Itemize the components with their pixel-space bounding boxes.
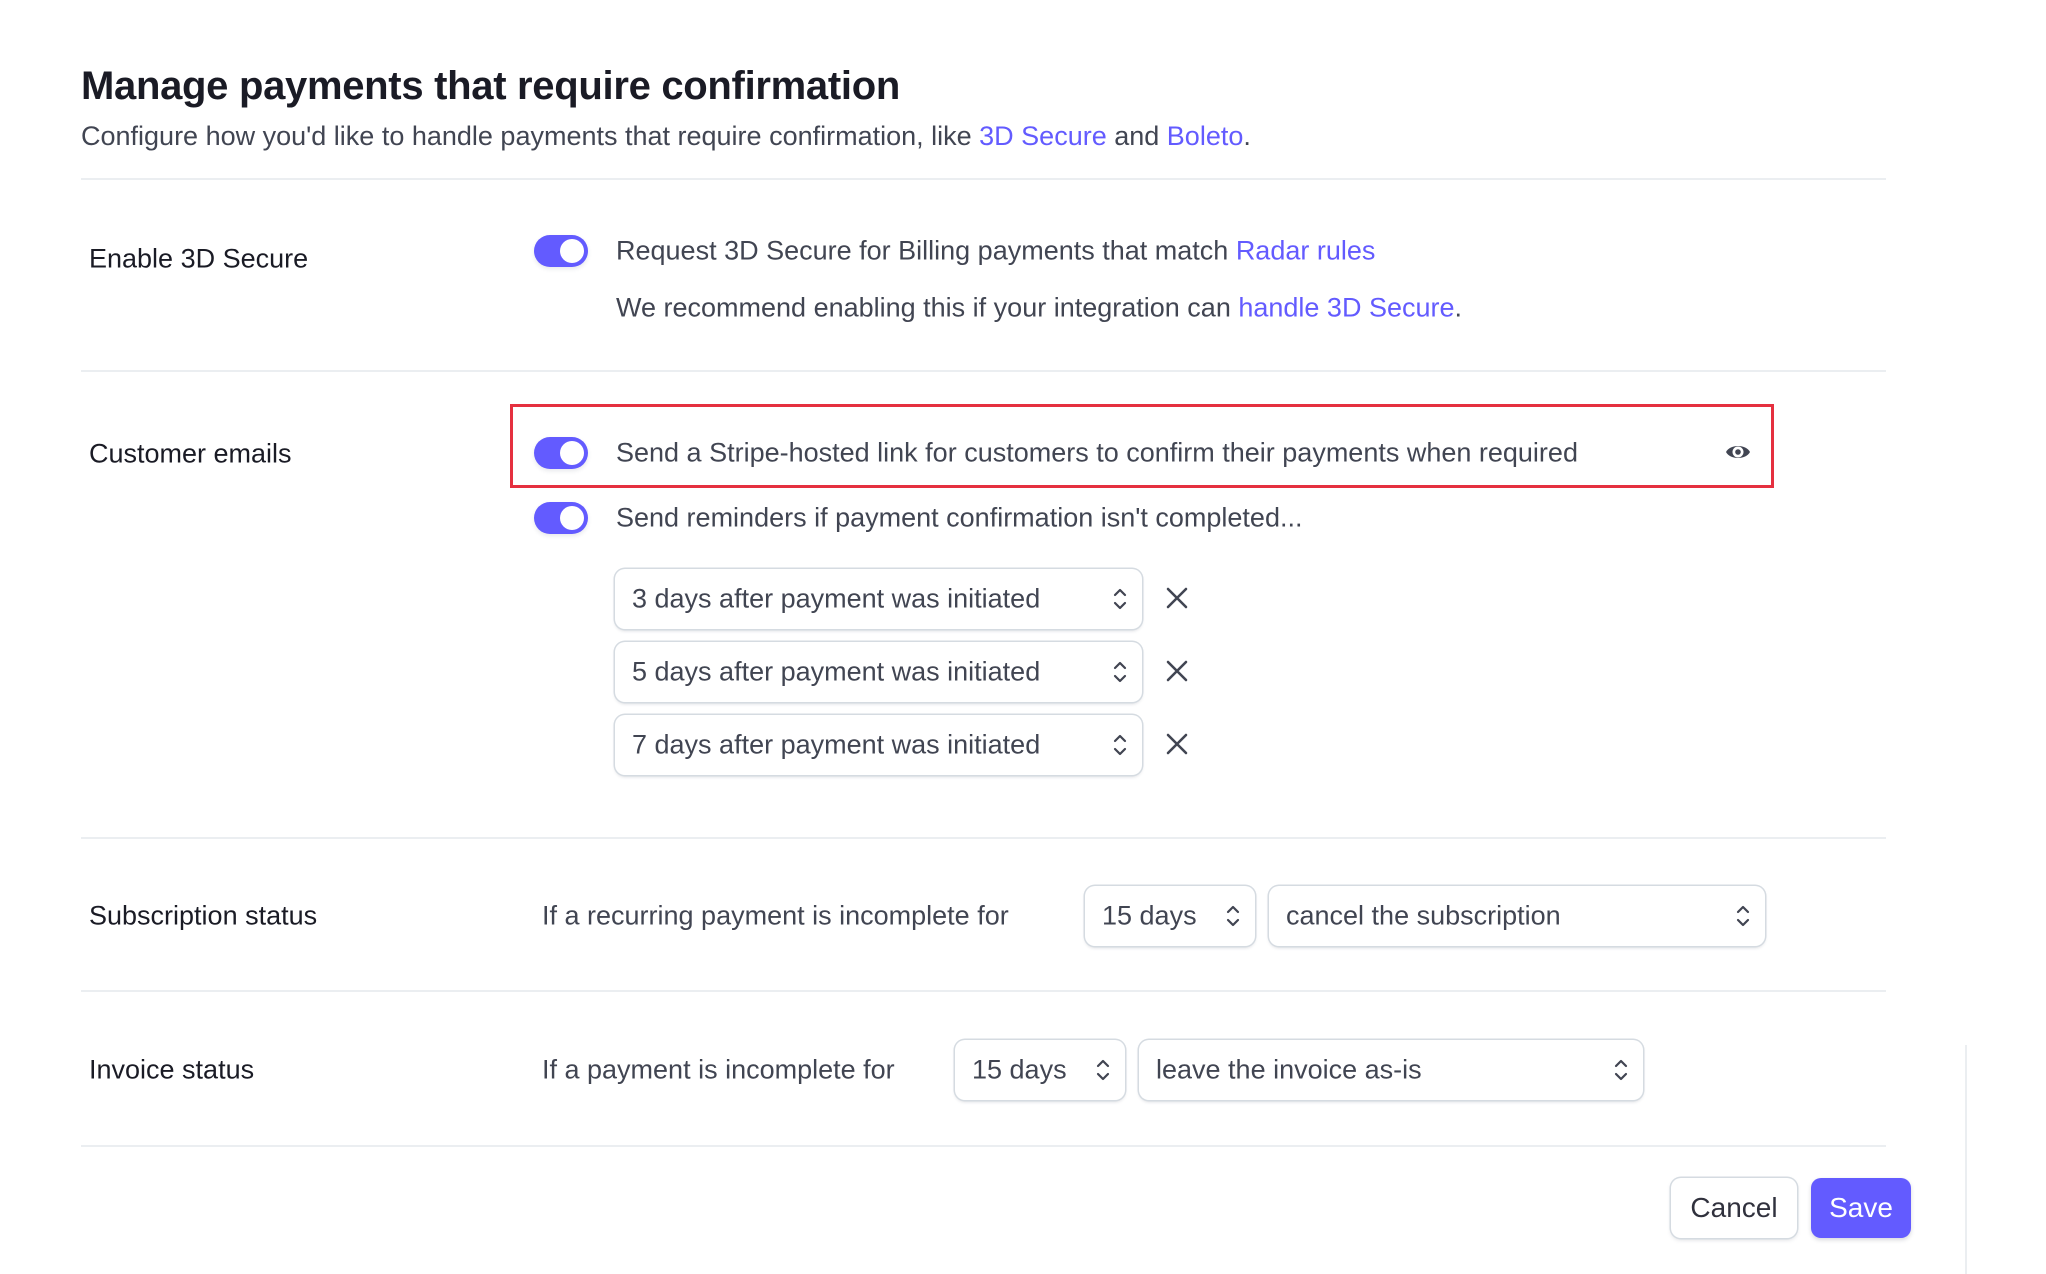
page-title: Manage payments that require confirmatio…	[81, 64, 900, 108]
chevron-up-down-icon	[1226, 905, 1240, 927]
subscription-action-value: cancel the subscription	[1286, 900, 1561, 931]
subscription-duration-select[interactable]: 15 days	[1085, 886, 1255, 946]
chevron-up-down-icon	[1113, 588, 1127, 610]
radar-rules-link[interactable]: Radar rules	[1236, 236, 1376, 266]
chevron-up-down-icon	[1096, 1059, 1110, 1081]
divider	[81, 837, 1886, 839]
toggle-knob	[560, 506, 584, 530]
chevron-up-down-icon	[1113, 734, 1127, 756]
toggle-hosted-link[interactable]	[534, 437, 588, 469]
subscription-status-text: If a recurring payment is incomplete for	[542, 900, 1009, 931]
reminder-select-value: 3 days after payment was initiated	[632, 583, 1041, 614]
invoice-duration-select[interactable]: 15 days	[955, 1040, 1125, 1100]
invoice-action-select[interactable]: leave the invoice as-is	[1139, 1040, 1643, 1100]
section-label-subscription-status: Subscription status	[89, 900, 318, 931]
divider	[81, 990, 1886, 992]
description-text: Request 3D Secure for Billing payments t…	[616, 235, 1236, 266]
chevron-up-down-icon	[1736, 905, 1750, 927]
hosted-link-text: Send a Stripe-hosted link for customers …	[616, 437, 1578, 468]
divider	[81, 1145, 1886, 1147]
3d-secure-link[interactable]: 3D Secure	[979, 121, 1107, 151]
reminder-select-value: 7 days after payment was initiated	[632, 729, 1041, 760]
invoice-duration-value: 15 days	[972, 1054, 1067, 1085]
close-icon[interactable]	[1164, 658, 1190, 684]
close-icon[interactable]	[1164, 585, 1190, 611]
toggle-knob	[560, 441, 584, 465]
3d-secure-description: Request 3D Secure for Billing payments t…	[616, 236, 1375, 267]
reminder-select[interactable]: 5 days after payment was initiated	[615, 642, 1142, 702]
section-label-3d-secure: Enable 3D Secure	[89, 243, 309, 274]
reminder-select[interactable]: 7 days after payment was initiated	[615, 715, 1142, 775]
reminders-text: Send reminders if payment confirmation i…	[616, 502, 1303, 533]
section-label-customer-emails: Customer emails	[89, 438, 292, 469]
divider	[81, 370, 1886, 372]
subtitle-text: .	[1243, 121, 1251, 151]
page-subtitle: Configure how you'd like to handle payme…	[81, 121, 1251, 152]
chevron-up-down-icon	[1614, 1059, 1628, 1081]
reminder-select-value: 5 days after payment was initiated	[632, 656, 1041, 687]
toggle-reminders[interactable]	[534, 502, 588, 534]
toggle-3d-secure[interactable]	[534, 235, 588, 267]
boleto-link[interactable]: Boleto	[1167, 121, 1244, 151]
subtitle-text: and	[1106, 121, 1167, 151]
recommendation-text: .	[1454, 292, 1463, 323]
invoice-action-value: leave the invoice as-is	[1156, 1054, 1422, 1085]
save-button[interactable]: Save	[1811, 1178, 1911, 1238]
section-label-invoice-status: Invoice status	[89, 1054, 255, 1085]
subscription-action-select[interactable]: cancel the subscription	[1269, 886, 1765, 946]
3d-secure-recommendation: We recommend enabling this if your integ…	[616, 293, 1462, 324]
toggle-knob	[560, 239, 584, 263]
recommendation-text: We recommend enabling this if your integ…	[616, 292, 1239, 323]
invoice-status-text: If a payment is incomplete for	[542, 1054, 895, 1085]
close-icon[interactable]	[1164, 731, 1190, 757]
chevron-up-down-icon	[1113, 661, 1127, 683]
subtitle-text: Configure how you'd like to handle payme…	[81, 121, 980, 151]
eye-icon[interactable]	[1724, 439, 1752, 465]
divider	[81, 178, 1886, 180]
subscription-duration-value: 15 days	[1102, 900, 1197, 931]
reminder-select[interactable]: 3 days after payment was initiated	[615, 569, 1142, 629]
handle-3d-secure-link[interactable]: handle 3D Secure	[1238, 293, 1454, 323]
panel-edge-divider	[1965, 1045, 1967, 1274]
cancel-button[interactable]: Cancel	[1671, 1178, 1797, 1238]
